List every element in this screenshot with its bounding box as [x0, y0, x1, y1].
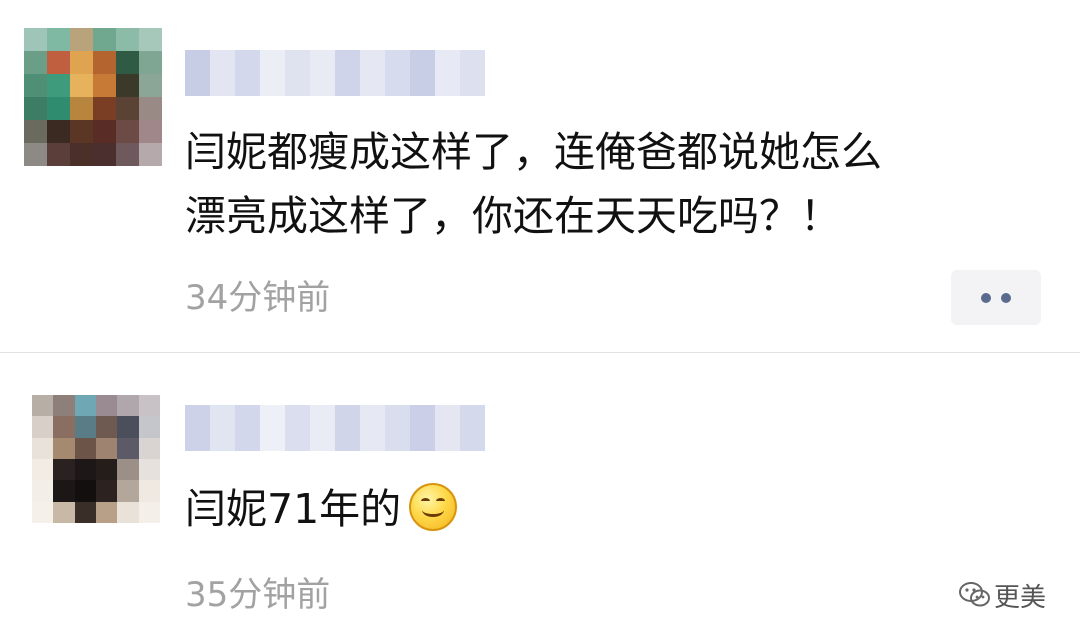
avatar[interactable] — [24, 28, 162, 166]
comment-item: 闫妮都瘦成这样了，连俺爸都说她怎么 漂亮成这样了，你还在天天吃吗？！ 34分钟前 — [0, 0, 1080, 352]
watermark: 更美 — [958, 574, 1046, 616]
comment-item: 闫妮71年的 35分钟前 — [0, 353, 1080, 644]
comment-text: 闫妮都瘦成这样了，连俺爸都说她怎么 漂亮成这样了，你还在天天吃吗？！ — [185, 128, 882, 240]
comment-text-body: 闫妮71年的 — [185, 485, 402, 533]
comment-text: 闫妮71年的 — [185, 477, 1055, 541]
timestamp: 34分钟前 — [185, 278, 331, 318]
username-blurred[interactable] — [185, 405, 485, 451]
more-button[interactable] — [951, 270, 1041, 325]
timestamp: 35分钟前 — [185, 575, 331, 615]
watermark-text: 更美 — [994, 582, 1047, 613]
avatar[interactable] — [32, 395, 160, 523]
username-blurred[interactable] — [185, 50, 485, 96]
smile-emoji-icon — [409, 483, 458, 531]
wechat-icon — [958, 580, 992, 610]
more-dots-icon — [981, 292, 1011, 303]
